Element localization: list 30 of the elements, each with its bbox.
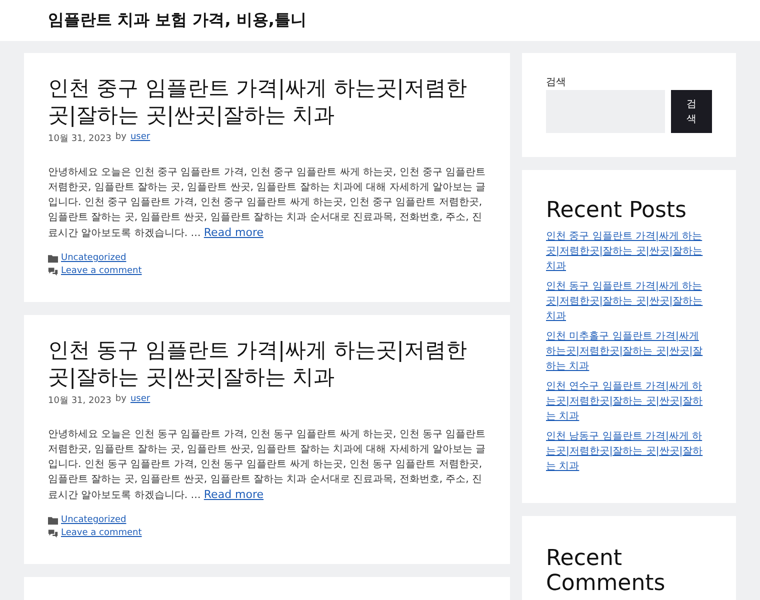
category-link[interactable]: Uncategorized [61, 515, 126, 525]
recent-post-link[interactable]: 인천 연수구 임플란트 가격|싸게 하는곳|저렴한곳|잘하는 곳|싼곳|잘하는 치과 [546, 379, 712, 424]
recent-post-link[interactable]: 인천 남동구 임플란트 가격|싸게 하는곳|저렴한곳|잘하는 곳|싼곳|잘하는 치과 [546, 429, 712, 474]
post-title[interactable]: 인천 중구 임플란트 가격|싸게 하는곳|저렴한 곳|잘하는 곳|싼곳|잘하는 치과 [48, 75, 486, 129]
recent-post-link[interactable]: 인천 미추홀구 임플란트 가격|싸게 하는곳|저렴한곳|잘하는 곳|싼곳|잘하는 치과 [546, 329, 712, 374]
post-date: 10월 31, 2023 [48, 395, 112, 407]
author-link[interactable]: user [130, 394, 150, 407]
byline: by [115, 132, 126, 144]
author-link[interactable]: user [130, 132, 150, 145]
post-excerpt: 안녕하세요 오늘은 인천 중구 임플란트 가격, 인천 중구 임플란트 싸게 하는곳, 인천 중구 임플란트 저렴한곳, 임플란트 잘하는 곳, 임플란트 싼곳, 임플란트 잘하는 치과에 대해 자세하게 알아보는 글입니다. 인천 중구 임플란트 가격, 인천 중구 임플란트 싸게 하는곳, 인천 중구 임플란트 저렴한곳, 임플란트 잘하는 곳, 임플란트 싼곳, 임플란트 잘하는 치과 순서대로 진료과목, 전화번호, 주소, 진료시간 알아보도록 하겠습니다. … Read more [48, 166, 486, 241]
search-label: 검색 [546, 76, 567, 89]
recent-post-link[interactable]: 인천 중구 임플란트 가격|싸게 하는곳|저렴한곳|잘하는 곳|싼곳|잘하는 치과 [546, 229, 712, 274]
post-title[interactable]: 인천 동구 임플란트 가격|싸게 하는곳|저렴한 곳|잘하는 곳|싼곳|잘하는 치과 [48, 337, 486, 391]
widget-heading: Recent Comments [546, 546, 666, 596]
category-link[interactable]: Uncategorized [61, 253, 126, 263]
site-title[interactable]: 임플란트 치과 보험 가격, 비용,틀니 [48, 10, 306, 31]
search-button[interactable]: 검색 [671, 90, 712, 133]
folder-icon [48, 516, 58, 524]
post-date: 10월 31, 2023 [48, 133, 112, 145]
read-more-link[interactable]: Read more [204, 226, 264, 239]
read-more-link[interactable]: Read more [204, 488, 264, 501]
folder-icon [48, 254, 58, 262]
widget-heading: Recent Posts [546, 198, 688, 223]
recent-post-link[interactable]: 인천 동구 임플란트 가격|싸게 하는곳|저렴한곳|잘하는 곳|싼곳|잘하는 치과 [546, 279, 712, 324]
post-excerpt: 안녕하세요 오늘은 인천 동구 임플란트 가격, 인천 동구 임플란트 싸게 하는곳, 인천 동구 임플란트 저렴한곳, 임플란트 잘하는 곳, 임플란트 싼곳, 임플란트 잘하는 치과에 대해 자세하게 알아보는 글입니다. 인천 동구 임플란트 가격, 인천 동구 임플란트 싸게 하는곳, 인천 동구 임플란트 저렴한곳, 임플란트 잘하는 곳, 임플란트 싼곳, 임플란트 잘하는 치과 순서대로 진료과목, 전화번호, 주소, 진료시간 알아보도록 하겠습니다. … Read more [48, 428, 486, 503]
comment-link[interactable]: Leave a comment [61, 528, 142, 538]
comments-icon [48, 528, 58, 538]
comment-link[interactable]: Leave a comment [61, 266, 142, 276]
comments-icon [48, 266, 58, 276]
byline: by [115, 394, 126, 406]
